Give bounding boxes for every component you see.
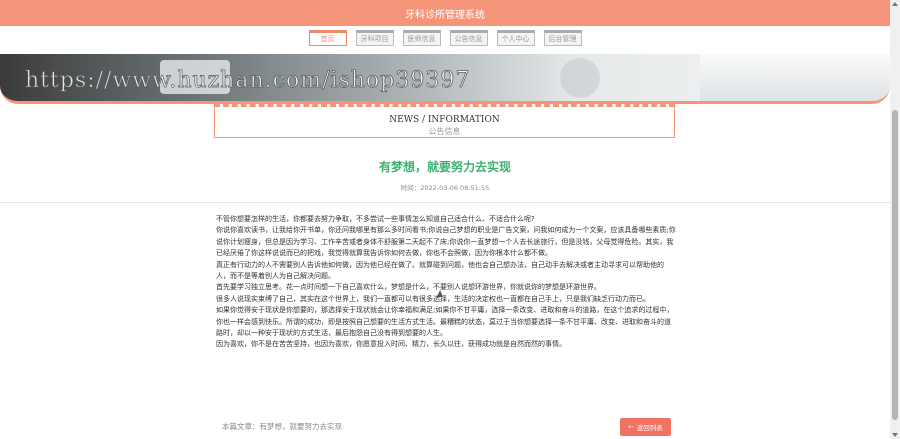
article-time: 时间：2022-03-06 08:51:55	[400, 184, 490, 192]
main-nav: 首页 牙科项目 医师信息 公告信息 个人中心 后台管理	[0, 30, 890, 46]
scroll-up-arrow-icon[interactable]	[892, 2, 898, 6]
divider	[0, 202, 890, 203]
nav-tab-home[interactable]: 首页	[308, 30, 347, 46]
vertical-scrollbar[interactable]	[890, 0, 900, 439]
banner-decor	[700, 54, 890, 101]
section-title-cn: 公告信息	[428, 127, 461, 136]
scroll-down-arrow-icon[interactable]	[892, 433, 898, 437]
site-title: 牙科诊所管理系统	[405, 9, 485, 21]
current-article-label: 本篇文章：有梦想，就要努力去实现	[222, 422, 342, 431]
article-paragraph: 很多人说现实束缚了自己，其实在这个世界上，我们一直都可以有很多选择，生活的决定权…	[216, 294, 650, 303]
scrollbar-thumb[interactable]	[892, 110, 898, 420]
nav-tab-announcements[interactable]: 公告信息	[449, 30, 488, 46]
article-paragraph: 如果你觉得安于现状是你想要的，那选择安于现状就会让你幸福和满足;如果你不甘平庸，…	[216, 306, 674, 338]
article-content: 不管你想要怎样的生活，你都要去努力争取，不多尝试一些事情怎么知道自己适合什么、不…	[216, 214, 676, 351]
watermark-text: https://www.huzhan.com/ishop39397	[25, 68, 471, 94]
nav-tab-profile[interactable]: 个人中心	[496, 30, 535, 46]
back-to-list-button[interactable]: ← 返回列表	[620, 418, 671, 436]
article-title: 有梦想，就要努力去实现	[378, 160, 511, 174]
article-paragraph: 你说你喜欢读书，让我给你开书单，你还问我哪里有那么多时间看书;你说自己梦想的职业…	[216, 226, 676, 258]
section-heading: NEWS / INFORMATION 公告信息	[214, 104, 675, 138]
site-header: 牙科诊所管理系统	[0, 0, 890, 26]
nav-tab-admin[interactable]: 后台管理	[543, 30, 582, 46]
article-paragraph: 因为喜欢，你不是在苦苦坚持，也因为喜欢，你愿意投入时间、精力，长久以往，获得成功…	[216, 340, 566, 349]
arrow-left-icon: ←	[628, 423, 634, 431]
nav-tab-doctors[interactable]: 医师信息	[402, 30, 441, 46]
article-paragraph: 真正有行动力的人不需要别人告诉他如何做，因为他已经在做了。就算碰到问题，他也会自…	[216, 260, 664, 281]
section-title-en: NEWS / INFORMATION	[389, 115, 500, 125]
article-paragraph: 首先要学习独立思考。花一点时间想一下自己喜欢什么，梦想是什么，不要别人说想环游世…	[216, 283, 601, 292]
mouse-cursor-icon	[437, 290, 443, 297]
nav-tab-dental-projects[interactable]: 牙科项目	[355, 30, 394, 46]
back-button-label: 返回列表	[636, 424, 663, 432]
banner-decor	[560, 58, 600, 98]
article-paragraph: 不管你想要怎样的生活，你都要去努力争取，不多尝试一些事情怎么知道自己适合什么、不…	[216, 215, 535, 223]
